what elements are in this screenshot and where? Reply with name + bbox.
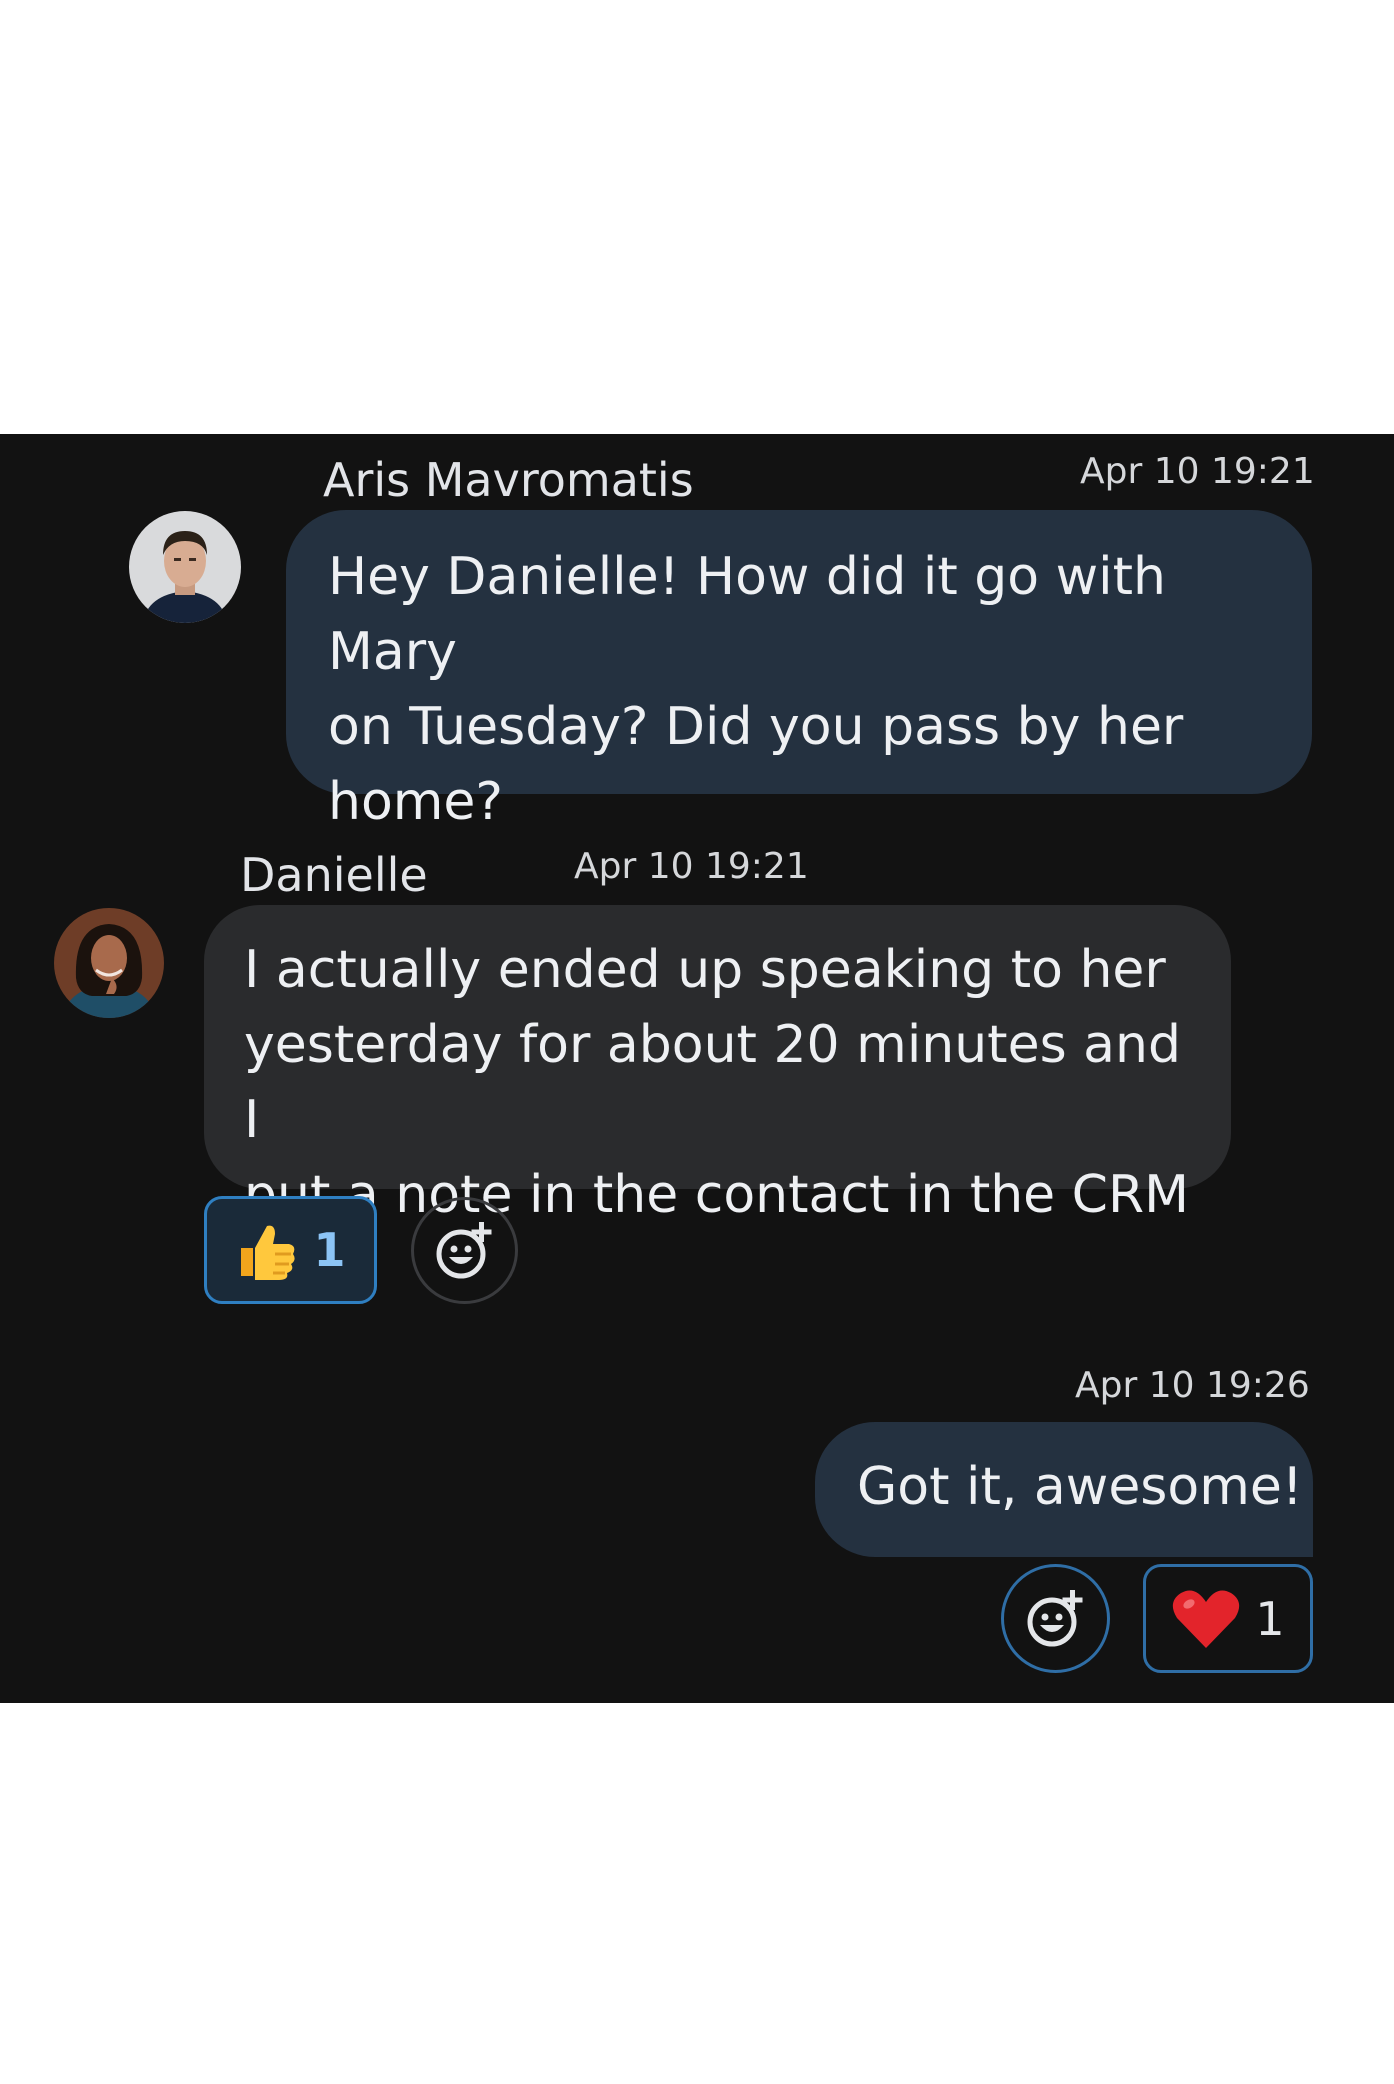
reaction-count: 1 bbox=[313, 1223, 346, 1277]
man-avatar-icon bbox=[129, 511, 241, 623]
chat-panel: Aris Mavromatis Apr 10 19:21 Hey Daniell… bbox=[0, 434, 1394, 1703]
reaction-chip-heart[interactable]: 1 bbox=[1143, 1564, 1313, 1673]
heart-icon bbox=[1173, 1589, 1240, 1648]
add-reaction-button[interactable] bbox=[1001, 1564, 1110, 1673]
thumbs-up-icon bbox=[241, 1225, 296, 1280]
woman-avatar-icon bbox=[54, 908, 164, 1018]
sender-name: Aris Mavromatis bbox=[323, 453, 694, 507]
message-timestamp: Apr 10 19:21 bbox=[574, 846, 809, 887]
reaction-chip-thumbs-up[interactable]: 1 bbox=[204, 1196, 377, 1304]
avatar-aris[interactable] bbox=[129, 511, 241, 623]
message-timestamp: Apr 10 19:26 bbox=[1075, 1365, 1310, 1406]
add-reaction-icon bbox=[436, 1219, 491, 1278]
message-bubble[interactable]: I actually ended up speaking to her yest… bbox=[204, 905, 1231, 1225]
add-reaction-button[interactable] bbox=[411, 1197, 518, 1304]
sender-name: Danielle bbox=[240, 848, 428, 902]
reaction-count: 1 bbox=[1255, 1591, 1285, 1646]
message-bubble[interactable]: Hey Danielle! How did it go with Mary on… bbox=[286, 510, 1312, 832]
add-reaction-icon bbox=[1027, 1589, 1082, 1646]
message-bubble[interactable]: Got it, awesome! bbox=[815, 1422, 1313, 1557]
avatar-danielle[interactable] bbox=[54, 908, 164, 1018]
message-timestamp: Apr 10 19:21 bbox=[1080, 451, 1315, 492]
